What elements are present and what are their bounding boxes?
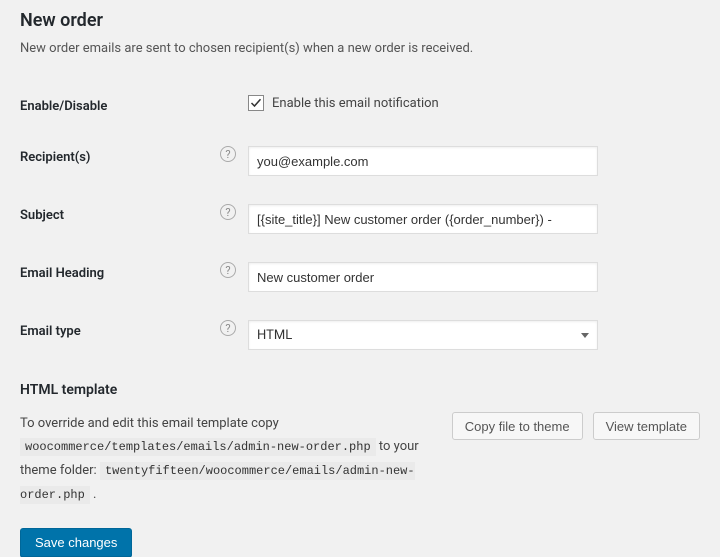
email-type-select[interactable]: HTML (248, 320, 598, 350)
help-icon[interactable]: ? (220, 262, 236, 278)
heading-input[interactable] (248, 262, 598, 292)
page-title: New order (20, 10, 700, 31)
subject-input[interactable] (248, 204, 598, 234)
enable-checkbox[interactable] (248, 95, 264, 111)
save-button[interactable]: Save changes (20, 528, 132, 557)
email-type-value: HTML (257, 328, 292, 343)
template-override-text: To override and edit this email template… (20, 412, 432, 506)
recipients-input[interactable] (248, 146, 598, 176)
heading-label: Email Heading (20, 248, 220, 306)
enable-checkbox-label: Enable this email notification (272, 96, 439, 111)
copy-file-button[interactable]: Copy file to theme (452, 412, 583, 440)
page-description: New order emails are sent to chosen reci… (20, 41, 700, 56)
help-icon[interactable]: ? (220, 204, 236, 220)
help-icon[interactable]: ? (220, 320, 236, 336)
subject-label: Subject (20, 190, 220, 248)
enable-checkbox-wrap[interactable]: Enable this email notification (248, 95, 690, 111)
recipients-label: Recipient(s) (20, 132, 220, 190)
template-src-path: woocommerce/templates/emails/admin-new-o… (20, 438, 376, 456)
help-icon[interactable]: ? (220, 146, 236, 162)
type-label: Email type (20, 306, 220, 364)
check-icon (250, 97, 262, 109)
template-heading: HTML template (20, 382, 700, 398)
view-template-button[interactable]: View template (593, 412, 700, 440)
settings-form: Enable/Disable Enable this email notific… (20, 81, 700, 364)
enable-label: Enable/Disable (20, 81, 220, 132)
chevron-down-icon (581, 333, 589, 338)
